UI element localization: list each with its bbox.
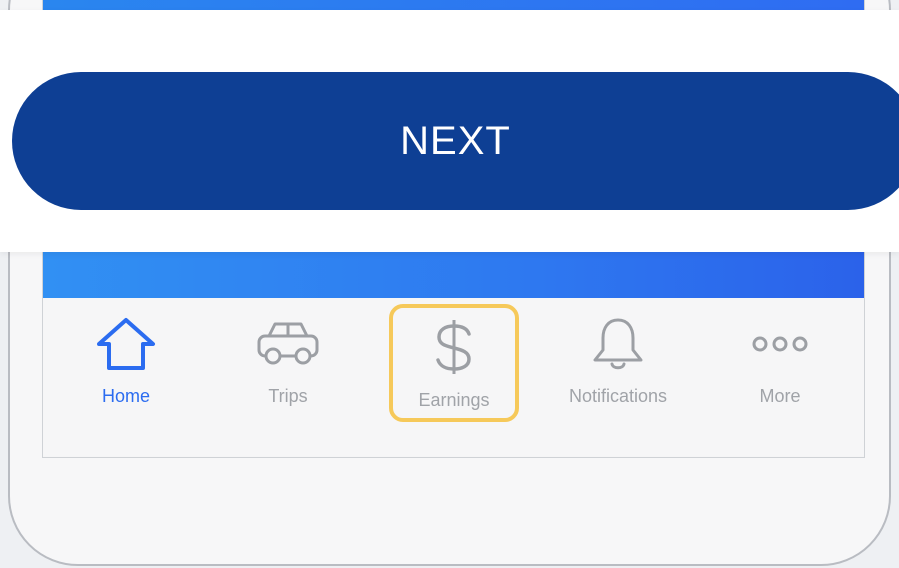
- next-button[interactable]: NEXT: [12, 72, 899, 210]
- blue-header-strip: [43, 0, 864, 10]
- dollar-icon: [436, 320, 471, 374]
- tab-earnings-label: Earnings: [418, 390, 490, 410]
- bottom-tab-bar: Home Trips Earnings Notifications More: [43, 298, 864, 456]
- tab-notifications[interactable]: Notifications: [553, 304, 683, 422]
- tab-home[interactable]: Home: [61, 304, 191, 422]
- tab-more-label: More: [759, 386, 801, 406]
- car-icon: [257, 322, 319, 365]
- action-overlay: NEXT: [0, 10, 899, 252]
- tab-more[interactable]: More: [715, 304, 845, 422]
- tab-trips-label: Trips: [268, 386, 308, 406]
- tab-home-label: Home: [101, 386, 150, 406]
- tab-notifications-label: Notifications: [568, 386, 668, 406]
- tab-trips[interactable]: Trips: [223, 304, 353, 422]
- home-icon: [97, 318, 155, 370]
- bell-icon: [593, 318, 643, 370]
- app-stage: Home Trips Earnings Notifications More N…: [0, 0, 899, 568]
- more-dots-icon: [752, 336, 808, 352]
- tab-earnings[interactable]: Earnings: [389, 304, 519, 422]
